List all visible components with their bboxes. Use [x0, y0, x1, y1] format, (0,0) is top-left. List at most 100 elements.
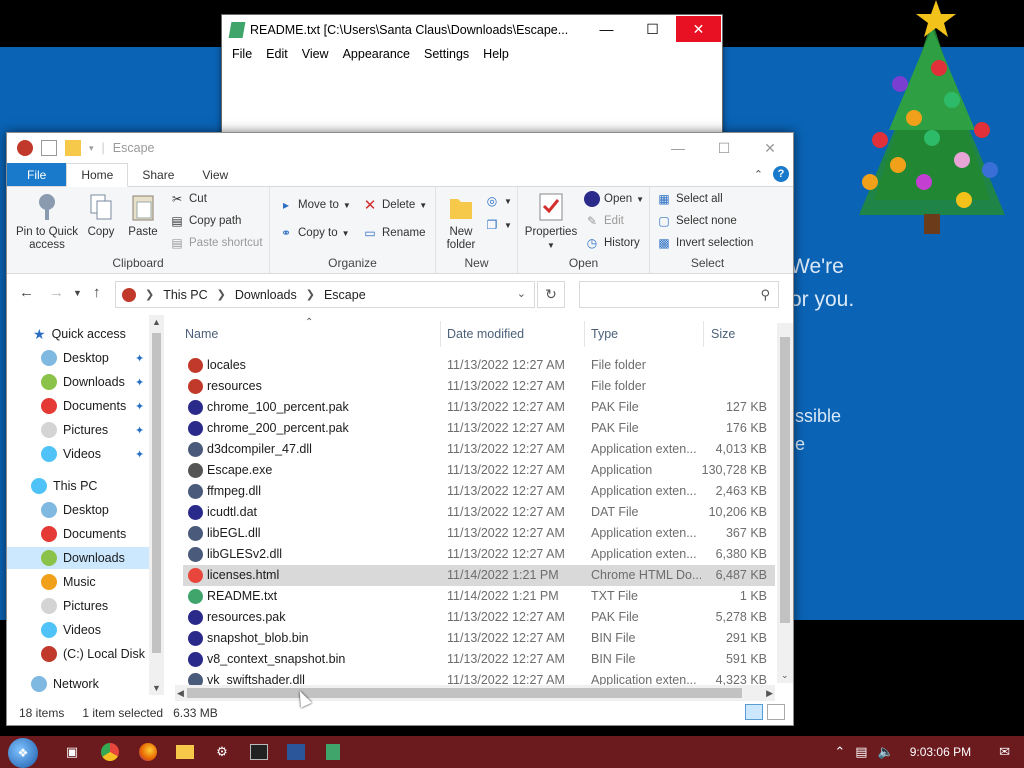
- nav-scroll-thumb[interactable]: [152, 333, 161, 653]
- nav-quick-videos[interactable]: Videos ✦: [7, 443, 149, 465]
- move-to-button[interactable]: ▸ Move to ▼: [278, 197, 351, 213]
- clock[interactable]: 9:03:06 PM: [910, 745, 971, 759]
- up-arrow-icon[interactable]: ↑: [93, 284, 101, 301]
- nav-pc-pictures[interactable]: Pictures: [7, 595, 149, 617]
- file-row[interactable]: libGLESv2.dll 11/13/2022 12:27 AM Applicat…: [183, 544, 775, 565]
- tab-home[interactable]: Home: [66, 163, 129, 187]
- chrome-taskbar-button[interactable]: [100, 742, 120, 762]
- expand-ribbon-icon[interactable]: ⌃: [754, 168, 763, 181]
- select-none-button[interactable]: ▢ Select none: [656, 213, 736, 229]
- refresh-button[interactable]: ↻: [537, 281, 565, 308]
- nav-quick-documents[interactable]: Documents ✦: [7, 395, 149, 417]
- file-row[interactable]: icudtl.dat 11/13/2022 12:27 AM DAT File 10,…: [183, 502, 775, 523]
- vertical-scroll-thumb[interactable]: [780, 337, 790, 623]
- menu-file[interactable]: File: [225, 47, 259, 61]
- details-view-icon[interactable]: [745, 704, 763, 720]
- file-explorer-window[interactable]: ▾ | Escape — ☐ ✕ File Home Share View ⌃ …: [6, 132, 794, 726]
- nav-pc-music[interactable]: Music: [7, 571, 149, 593]
- maximize-button[interactable]: ☐: [630, 16, 675, 42]
- breadcrumb-downloads[interactable]: Downloads: [235, 288, 297, 302]
- tab-share[interactable]: Share: [128, 163, 188, 186]
- cut-button[interactable]: ✂ Cut: [169, 191, 207, 207]
- new-folder-quick-icon[interactable]: [65, 140, 81, 156]
- edit-button[interactable]: ✎ Edit: [584, 213, 624, 229]
- new-folder-button[interactable]: New folder: [442, 191, 480, 252]
- nav-scrollbar[interactable]: ▲ ▼: [149, 315, 164, 695]
- scroll-right-arrow-icon[interactable]: ▶: [766, 688, 773, 699]
- breadcrumb-this-pc[interactable]: This PC: [163, 288, 207, 302]
- copy-path-button[interactable]: ▤ Copy path: [169, 213, 241, 229]
- menu-help[interactable]: Help: [476, 47, 516, 61]
- scroll-up-arrow-icon[interactable]: ▲: [152, 317, 161, 327]
- open-button[interactable]: Open ▼: [584, 191, 644, 207]
- column-divider[interactable]: [584, 321, 585, 347]
- maximize-button[interactable]: ☐: [701, 133, 747, 163]
- scroll-down-arrow-icon[interactable]: ▼: [152, 683, 161, 693]
- nav-pc-videos[interactable]: Videos: [7, 619, 149, 641]
- properties-quick-icon[interactable]: [41, 140, 57, 156]
- tab-view[interactable]: View: [188, 163, 242, 186]
- nav-quick-desktop[interactable]: Desktop ✦: [7, 347, 149, 369]
- delete-button[interactable]: ✕ Delete ▼: [362, 197, 427, 214]
- address-bar[interactable]: ❯ This PC ❯ Downloads ❯ Escape ⌄: [115, 281, 535, 308]
- paste-button[interactable]: Paste: [123, 191, 163, 239]
- easy-access-button[interactable]: ❐ ▼: [484, 217, 512, 233]
- file-list-vertical-scrollbar[interactable]: ⌄: [777, 323, 793, 683]
- nav-pc-documents[interactable]: Documents: [7, 523, 149, 545]
- column-header-name[interactable]: Name: [185, 327, 218, 341]
- back-arrow-icon[interactable]: ←: [19, 284, 34, 301]
- column-header-size[interactable]: Size: [711, 327, 735, 341]
- nav-pc-desktop[interactable]: Desktop: [7, 499, 149, 521]
- menu-appearance[interactable]: Appearance: [336, 47, 417, 61]
- invert-selection-button[interactable]: ▩ Invert selection: [656, 235, 753, 251]
- customize-toolbar-icon[interactable]: ▾: [89, 143, 94, 154]
- file-row[interactable]: chrome_100_percent.pak 11/13/2022 12:27 A…: [183, 397, 775, 418]
- volume-icon[interactable]: 🔈: [878, 744, 894, 760]
- close-button[interactable]: ✕: [676, 16, 721, 42]
- word-taskbar-button[interactable]: [286, 742, 306, 762]
- column-divider[interactable]: [703, 321, 704, 347]
- task-view-button[interactable]: ▣: [62, 742, 82, 762]
- menu-view[interactable]: View: [295, 47, 336, 61]
- help-icon[interactable]: ?: [773, 166, 789, 182]
- nav-pc-local-disk[interactable]: (C:) Local Disk: [7, 643, 149, 665]
- control-panel-taskbar-button[interactable]: ⚙: [212, 742, 232, 762]
- copy-button[interactable]: Copy: [81, 191, 121, 239]
- large-icons-view-icon[interactable]: [767, 704, 785, 720]
- new-item-button[interactable]: ◎ ▼: [484, 193, 512, 209]
- menu-settings[interactable]: Settings: [417, 47, 476, 61]
- recent-locations-icon[interactable]: ▼: [73, 288, 82, 298]
- start-button[interactable]: ❖: [8, 738, 38, 768]
- minimize-button[interactable]: —: [584, 16, 629, 42]
- tab-file[interactable]: File: [7, 163, 67, 186]
- select-all-button[interactable]: ▦ Select all: [656, 191, 722, 207]
- horizontal-scroll-thumb[interactable]: [187, 688, 742, 698]
- file-row[interactable]: libEGL.dll 11/13/2022 12:27 AM Application…: [183, 523, 775, 544]
- file-row[interactable]: Escape.exe 11/13/2022 12:27 AM Application…: [183, 460, 775, 481]
- nav-quick-downloads[interactable]: Downloads ✦: [7, 371, 149, 393]
- breadcrumb-escape[interactable]: Escape: [324, 288, 366, 302]
- file-row[interactable]: resources 11/13/2022 12:27 AM File folder: [183, 376, 775, 397]
- file-row[interactable]: resources.pak 11/13/2022 12:27 AM PAK File…: [183, 607, 775, 628]
- column-divider[interactable]: [440, 321, 441, 347]
- file-explorer-taskbar-button[interactable]: [175, 742, 195, 762]
- paste-shortcut-button[interactable]: ▤ Paste shortcut: [169, 235, 262, 251]
- close-button[interactable]: ✕: [747, 133, 793, 163]
- file-row[interactable]: d3dcompiler_47.dll 11/13/2022 12:27 AM App…: [183, 439, 775, 460]
- action-center-icon[interactable]: ✉: [999, 744, 1010, 760]
- chevron-down-icon[interactable]: ⌄: [517, 287, 526, 300]
- file-row[interactable]: locales 11/13/2022 12:27 AM File folder: [183, 355, 775, 376]
- history-button[interactable]: ◷ History: [584, 235, 640, 251]
- file-row[interactable]: README.txt 11/14/2022 1:21 PM TXT File 1 KB: [183, 586, 775, 607]
- file-row[interactable]: chrome_200_percent.pak 11/13/2022 12:27 A…: [183, 418, 775, 439]
- scroll-left-arrow-icon[interactable]: ◀: [177, 688, 184, 699]
- copy-to-button[interactable]: ⚭ Copy to ▼: [278, 225, 350, 241]
- nav-this-pc[interactable]: This PC: [7, 475, 149, 497]
- search-input[interactable]: ⚲: [579, 281, 779, 308]
- scroll-down-arrow-icon[interactable]: ⌄: [781, 670, 789, 681]
- notepad-window[interactable]: README.txt [C:\Users\Santa Claus\Downloa…: [221, 14, 723, 144]
- network-icon[interactable]: ▤: [855, 744, 867, 760]
- file-list-horizontal-scrollbar[interactable]: ◀ ▶: [175, 685, 775, 701]
- nav-quick-pictures[interactable]: Pictures ✦: [7, 419, 149, 441]
- show-hidden-icons-icon[interactable]: ⌃: [834, 744, 845, 760]
